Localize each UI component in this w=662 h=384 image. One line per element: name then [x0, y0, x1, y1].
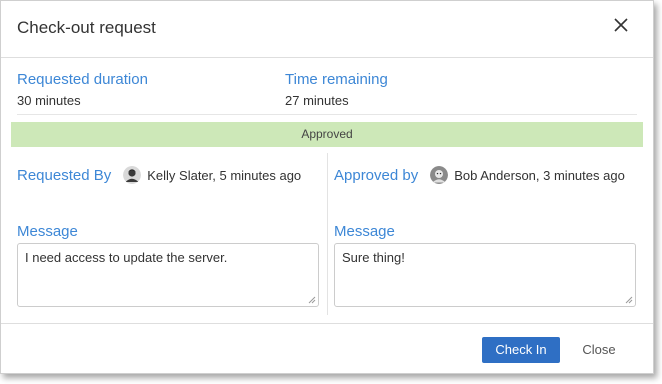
approver-name: Bob Anderson, 3 minutes ago — [454, 167, 625, 183]
dialog-header: Check-out request — [1, 1, 653, 58]
close-button[interactable]: Close — [573, 337, 625, 363]
checkout-request-dialog: Check-out request Requested duration 30 … — [0, 0, 654, 374]
requester-message-text: I need access to update the server. — [25, 250, 228, 265]
check-in-button[interactable]: Check In — [482, 337, 560, 363]
dialog-title: Check-out request — [17, 18, 156, 37]
time-remaining-label: Time remaining — [285, 71, 388, 88]
requested-duration-value: 30 minutes — [17, 93, 81, 108]
requested-by: Requested By Kelly Slater, 5 minutes ago — [17, 166, 301, 184]
footer-divider — [1, 323, 653, 324]
approver-message-block: Message Sure thing! — [334, 223, 636, 307]
approver-message-field[interactable]: Sure thing! — [334, 243, 636, 307]
status-badge: Approved — [11, 122, 643, 147]
avatar — [123, 166, 142, 184]
resize-grip-icon[interactable] — [308, 296, 316, 304]
close-x-icon[interactable] — [613, 17, 629, 33]
time-remaining: Time remaining 27 minutes — [285, 71, 388, 108]
avatar — [430, 166, 449, 184]
approved-by: Approved by Bob Anderson, 3 minutes ago — [334, 166, 625, 184]
approver-message-label: Message — [334, 223, 395, 240]
approver-message-text: Sure thing! — [342, 250, 405, 265]
resize-grip-icon[interactable] — [625, 296, 633, 304]
requested-duration: Requested duration 30 minutes — [17, 71, 148, 108]
requested-duration-label: Requested duration — [17, 71, 148, 88]
requester-message-block: Message I need access to update the serv… — [17, 223, 319, 307]
requester-message-label: Message — [17, 223, 78, 240]
details-divider — [17, 114, 637, 115]
requester-message-field[interactable]: I need access to update the server. — [17, 243, 319, 307]
column-divider — [327, 153, 328, 315]
requested-by-label: Requested By — [17, 166, 112, 184]
time-remaining-value: 27 minutes — [285, 93, 349, 108]
requester-name: Kelly Slater, 5 minutes ago — [147, 167, 302, 183]
approved-by-label: Approved by — [334, 166, 419, 184]
